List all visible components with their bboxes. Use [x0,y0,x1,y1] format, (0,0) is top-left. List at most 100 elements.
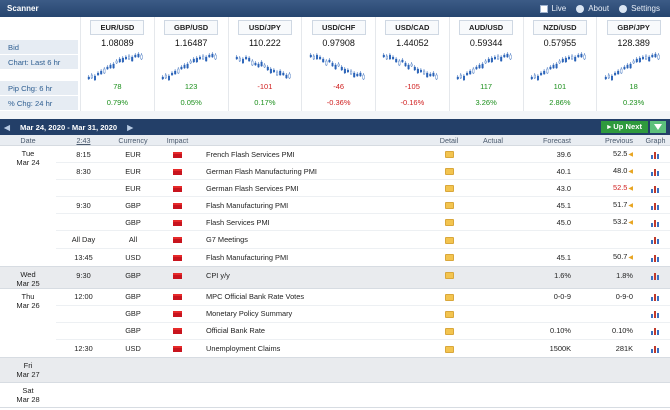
pair-name[interactable]: USD/CHF [311,20,366,35]
event-currency: USD [125,343,141,353]
bid-value: 0.59344 [469,38,503,48]
day-date: Mar 27 [16,370,40,380]
event-row[interactable]: 8:30 EUR German Flash Manufacturing PMI … [56,163,670,181]
event-row[interactable]: All Day All G7 Meetings [56,231,670,249]
pair-name[interactable]: USD/CAD [385,20,440,35]
about-button[interactable]: About [576,4,609,13]
graph-icon[interactable] [641,214,670,231]
graph-icon[interactable] [641,288,670,305]
event-title[interactable]: Flash Manufacturing PMI [200,197,433,214]
prev-week-button[interactable]: ◀ [0,123,14,132]
event-title[interactable]: German Flash Manufacturing PMI [200,163,433,180]
revision-icon: ◀ [628,202,633,209]
live-checkbox[interactable] [539,4,548,13]
event-title[interactable]: G7 Meetings [200,231,433,248]
scanner-title: Scanner [7,4,39,13]
pair-name[interactable]: NZD/USD [532,20,587,35]
mini-chart[interactable] [81,49,154,81]
folder-icon[interactable] [433,214,465,231]
event-currency: GBP [125,217,141,227]
day-of-week: Thu [21,291,35,301]
pip-change: 101 [553,82,567,91]
graph-icon[interactable] [641,249,670,266]
folder-icon[interactable] [433,146,465,163]
event-row[interactable]: GBP Flash Services PMI 45.0 53.2◀ [56,213,670,232]
graph-icon[interactable] [641,197,670,214]
event-title[interactable]: Unemployment Claims [200,340,433,357]
header-graph: Graph [645,136,666,145]
up-next-button[interactable]: ▸ Up Next [601,121,648,133]
folder-icon[interactable] [433,340,465,357]
event-row[interactable]: 12:00 GBP MPC Official Bank Rate Votes 0… [56,289,670,306]
pair-name[interactable]: AUD/USD [459,20,514,35]
event-row[interactable]: EUR German Flash Services PMI 43.0 52.5◀ [56,180,670,198]
day-of-week: Fri [23,361,33,371]
graph-icon[interactable] [641,231,670,248]
event-title[interactable]: Monetary Policy Summary [200,305,433,322]
event-row[interactable]: 9:30 GBP Flash Manufacturing PMI 45.1 51… [56,197,670,215]
folder-icon[interactable] [433,197,465,214]
mini-chart[interactable] [597,49,670,81]
event-row[interactable]: 13:45 USD Flash Manufacturing PMI 45.1 5… [56,249,670,266]
pip-change: -46 [333,82,345,91]
graph-icon[interactable] [641,305,670,322]
header-impact: Impact [166,136,189,145]
header-time[interactable]: 2:43 [56,135,111,145]
event-previous-cell: 53.2◀ [581,213,641,232]
mini-chart[interactable] [450,49,523,81]
graph-icon[interactable] [641,146,670,163]
day-group: Wed Mar 25 9:30 GBP CPI y/y 1.6% 1.8% [0,266,670,289]
event-previous: 48.0 [612,165,628,175]
event-forecast: 0-0-9 [553,292,571,302]
folder-icon[interactable] [433,180,465,197]
event-title[interactable]: CPI y/y [200,267,433,284]
folder-icon[interactable] [433,163,465,180]
graph-icon[interactable] [641,322,670,339]
next-week-button[interactable]: ▶ [123,123,137,132]
event-title[interactable]: Flash Services PMI [200,214,433,231]
calendar-header: Date 2:43 Currency Impact Detail Actual … [0,135,670,146]
pair-name[interactable]: GBP/USD [164,20,219,35]
folder-icon[interactable] [433,288,465,305]
event-title[interactable]: French Flash Services PMI [200,146,433,163]
event-row[interactable]: 8:15 EUR French Flash Services PMI 39.6 … [56,146,670,164]
event-title[interactable]: Official Bank Rate [200,322,433,339]
event-row[interactable]: GBP Monetary Policy Summary [56,306,670,323]
event-time: 13:45 [74,252,93,262]
folder-icon[interactable] [433,305,465,322]
live-toggle[interactable]: Live [539,4,566,13]
pair-name[interactable]: USD/JPY [237,20,292,35]
pair-column: USD/CAD 1.44052 -105 -0.16% [375,17,449,111]
graph-icon[interactable] [641,267,670,284]
event-title[interactable]: Flash Manufacturing PMI [200,249,433,266]
graph-icon[interactable] [641,340,670,357]
event-title[interactable]: German Flash Services PMI [200,180,433,197]
mini-chart[interactable] [229,49,302,79]
mini-chart[interactable] [376,49,449,80]
event-row[interactable]: 12:30 USD Unemployment Claims 1500K 281K [56,340,670,357]
pair-name[interactable]: EUR/USD [90,20,145,35]
mini-chart[interactable] [524,49,597,81]
impact-icon [155,231,200,248]
folder-icon[interactable] [433,249,465,266]
graph-icon[interactable] [641,180,670,197]
bid-value: 0.57955 [543,38,577,48]
pair-name[interactable]: GBP/JPY [606,20,661,35]
folder-icon[interactable] [433,267,465,284]
day-date: Mar 28 [16,395,40,405]
graph-icon[interactable] [641,163,670,180]
event-previous: 50.7 [612,251,628,261]
impact-icon [155,214,200,231]
folder-icon[interactable] [433,322,465,339]
folder-icon[interactable] [433,231,465,248]
settings-button[interactable]: Settings [619,4,660,13]
filter-icon[interactable] [650,121,666,133]
mini-chart[interactable] [155,49,228,81]
event-row[interactable]: 9:30 GBP CPI y/y 1.6% 1.8% [56,267,670,284]
calendar-body: Tue Mar 24 8:15 EUR French Flash Services… [0,146,670,409]
pair-column: USD/CHF 0.97908 -46 -0.36% [301,17,375,111]
event-title[interactable]: MPC Official Bank Rate Votes [200,288,433,305]
mini-chart[interactable] [302,49,375,80]
event-row[interactable]: GBP Official Bank Rate 0.10% 0.10% [56,323,670,340]
revision-icon: ◀ [628,254,633,261]
